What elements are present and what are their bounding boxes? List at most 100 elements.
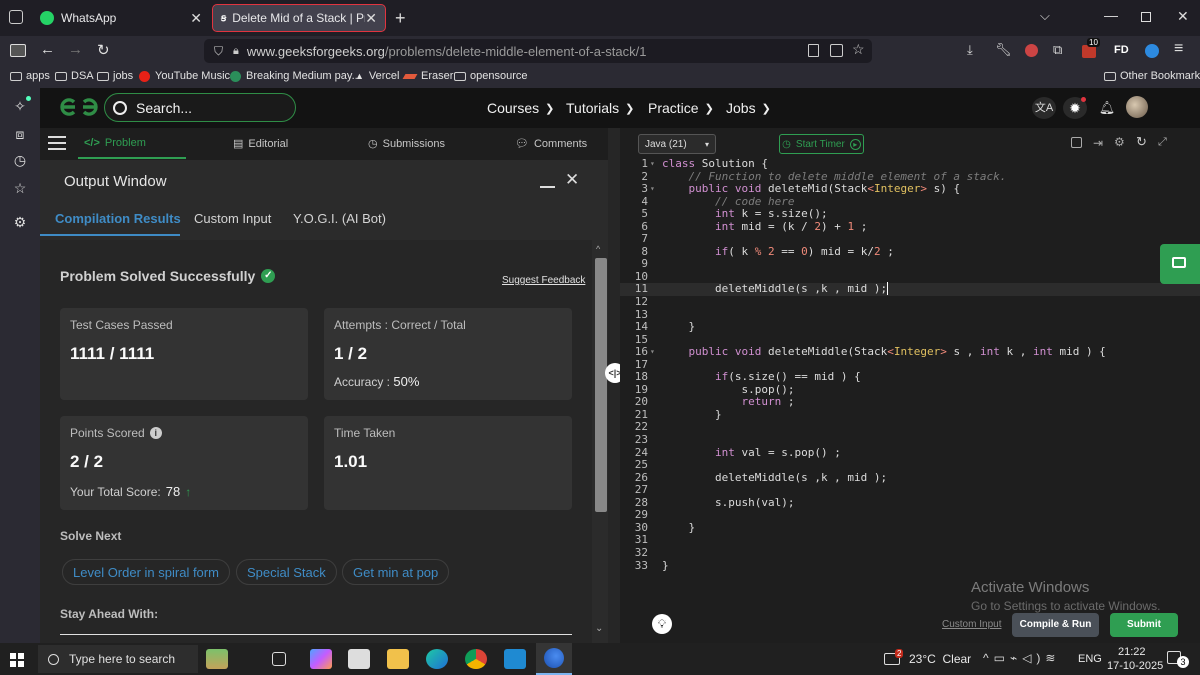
fold-arrow-icon[interactable]: ▾: [650, 346, 655, 359]
scroll-down-icon[interactable]: ⌄: [595, 623, 603, 634]
edge-icon[interactable]: [426, 649, 448, 669]
tab-problem[interactable]: </> Problem: [84, 137, 146, 149]
extension-dark-icon[interactable]: [1025, 44, 1038, 57]
scrollbar-thumb[interactable]: [595, 258, 607, 512]
code-line[interactable]: 30 }: [620, 521, 1200, 535]
submit-button[interactable]: Submit: [1110, 613, 1178, 637]
close-tab-icon[interactable]: ✕: [190, 10, 202, 27]
extensions-puzzle-icon[interactable]: ⧉: [1053, 42, 1062, 58]
tab-list-icon[interactable]: [9, 10, 23, 24]
tab-active-problem[interactable]: ꞩ Delete Mid of a Stack | Practice ✕: [212, 4, 386, 32]
code-line[interactable]: 31: [620, 534, 1200, 547]
tab-submissions[interactable]: ◷ Submissions: [368, 137, 445, 151]
code-line[interactable]: 9: [620, 258, 1200, 271]
solve-next-get-min[interactable]: Get min at pop: [342, 559, 450, 585]
copy-icon[interactable]: [1071, 137, 1082, 148]
restore-window-button[interactable]: [1141, 12, 1151, 22]
firefox-taskbar-button[interactable]: [536, 643, 572, 675]
clock-time[interactable]: 21:22: [1118, 646, 1146, 658]
code-line[interactable]: 21 }: [620, 408, 1200, 422]
code-line[interactable]: 6 int mid = (k / 2) + 1 ;: [620, 220, 1200, 234]
notifications-bell-icon[interactable]: 🔔︎: [1095, 97, 1119, 119]
compile-run-button[interactable]: Compile & Run: [1012, 613, 1099, 637]
settings-gear-icon[interactable]: ⚙: [11, 214, 29, 232]
code-line[interactable]: 24 int val = s.pop() ;: [620, 446, 1200, 460]
code-line[interactable]: 28 s.push(val);: [620, 496, 1200, 510]
code-line[interactable]: 23: [620, 433, 1200, 447]
minimize-output-button[interactable]: [540, 172, 555, 188]
sidebar-toggle-icon[interactable]: [10, 44, 26, 57]
info-icon[interactable]: i: [149, 427, 162, 439]
fold-arrow-icon[interactable]: ▾: [650, 158, 655, 171]
tab-editorial[interactable]: ▤ Editorial: [233, 137, 288, 151]
output-scrollbar[interactable]: ^ ⌄: [592, 240, 608, 643]
downloads-icon[interactable]: ⤓: [967, 42, 973, 58]
code-line[interactable]: 8 if( k % 2 == 0) mid = k/2 ;: [620, 245, 1200, 259]
code-area[interactable]: 1 ▾ class Solution {2 // Function to delet…: [620, 157, 1200, 573]
tab-comments[interactable]: 💬︎ Comments: [515, 137, 587, 151]
close-output-button[interactable]: ✕: [565, 170, 579, 190]
bookmark-eraser[interactable]: Eraser: [402, 70, 453, 82]
reset-code-icon[interactable]: ↻: [1136, 134, 1147, 150]
address-bar[interactable]: ⛉ 🔒︎ www.geeksforgeeks.org /problems/del…: [204, 39, 872, 63]
close-window-button[interactable]: ✕: [1177, 8, 1189, 25]
hint-bulb-icon[interactable]: 💡︎: [652, 614, 672, 634]
translate-icon[interactable]: 文A: [1032, 97, 1056, 119]
code-line[interactable]: 5 int k = s.size();: [620, 207, 1200, 221]
search-highlights-icon[interactable]: [206, 649, 228, 669]
code-line[interactable]: 11 deleteMiddle(s ,k , mid );: [620, 282, 1200, 297]
menu-practice[interactable]: Practice ❯: [648, 100, 714, 116]
windows-start-icon[interactable]: [10, 653, 24, 667]
code-line[interactable]: 7: [620, 233, 1200, 246]
suggest-feedback-link[interactable]: Suggest Feedback: [502, 275, 585, 286]
menu-jobs[interactable]: Jobs ❯: [726, 100, 771, 116]
tab-whatsapp[interactable]: WhatsApp ✕: [32, 4, 210, 32]
code-line[interactable]: 25: [620, 459, 1200, 472]
export-icon[interactable]: ⇥: [1093, 136, 1103, 150]
vscode-icon[interactable]: [504, 649, 526, 669]
code-line[interactable]: 32: [620, 546, 1200, 560]
tab-compilation-results[interactable]: Compilation Results: [55, 211, 181, 226]
bookmark-other[interactable]: Other Bookmarks: [1104, 70, 1200, 82]
bookmark-jobs[interactable]: jobs: [97, 70, 133, 82]
hamburger-menu-icon[interactable]: [48, 136, 66, 150]
code-line[interactable]: 33}: [620, 559, 1200, 573]
bookmark-apps[interactable]: apps: [10, 70, 50, 82]
menu-courses[interactable]: Courses ❯: [487, 100, 554, 116]
extension-blue-icon[interactable]: [1145, 44, 1159, 58]
code-line[interactable]: 26 deleteMiddle(s ,k , mid );: [620, 471, 1200, 485]
solve-next-level-order[interactable]: Level Order in spiral form: [62, 559, 230, 585]
code-line[interactable]: 13: [620, 308, 1200, 322]
bookmark-youtube-music[interactable]: YouTube Music: [139, 70, 230, 82]
copilot-icon[interactable]: [310, 649, 332, 669]
forward-icon[interactable]: →: [68, 41, 83, 58]
code-line[interactable]: 16 ▾ public void deleteMiddle(Stack<Integ…: [620, 345, 1200, 359]
tools-wrench-icon[interactable]: 🔧︎: [995, 42, 1012, 58]
bookmark-dsa[interactable]: DSA: [55, 70, 94, 82]
scroll-up-icon[interactable]: ^: [596, 244, 600, 254]
system-tray-icons[interactable]: ^▭⌁◁)≋: [983, 651, 1060, 665]
reload-icon[interactable]: ↻: [97, 41, 110, 59]
code-line[interactable]: 12: [620, 295, 1200, 309]
weather-text[interactable]: 23°C Clear: [909, 652, 971, 666]
fullscreen-icon[interactable]: ⤢: [1158, 136, 1167, 149]
chrome-icon[interactable]: [465, 649, 487, 669]
tab-custom-input[interactable]: Custom Input: [194, 211, 271, 226]
user-avatar[interactable]: [1126, 96, 1148, 118]
code-line[interactable]: 18 if(s.size() == mid ) {: [620, 371, 1200, 384]
site-search-box[interactable]: Search...: [104, 93, 296, 122]
editor-settings-icon[interactable]: ⚙: [1114, 135, 1125, 149]
tab-overflow-chevron-icon[interactable]: ⌵: [1040, 8, 1050, 24]
code-line[interactable]: 29: [620, 509, 1200, 522]
close-tab-icon[interactable]: ✕: [365, 10, 377, 27]
start-timer-button[interactable]: ◷ Start Timer ▸: [779, 134, 864, 154]
bookmark-breaking-medium[interactable]: Breaking Medium pay...: [230, 70, 361, 82]
new-tab-button[interactable]: +: [395, 8, 406, 29]
synced-tabs-icon[interactable]: ⧈: [11, 126, 29, 144]
solve-next-special-stack[interactable]: Special Stack: [236, 559, 337, 585]
bookmark-star-icon[interactable]: ☆: [852, 41, 865, 58]
reader-view-icon[interactable]: [808, 44, 819, 57]
bookmark-vercel[interactable]: ▲ Vercel: [355, 70, 400, 82]
gfg-logo[interactable]: [58, 95, 100, 119]
language-select[interactable]: Java (21) ▾: [638, 134, 716, 154]
